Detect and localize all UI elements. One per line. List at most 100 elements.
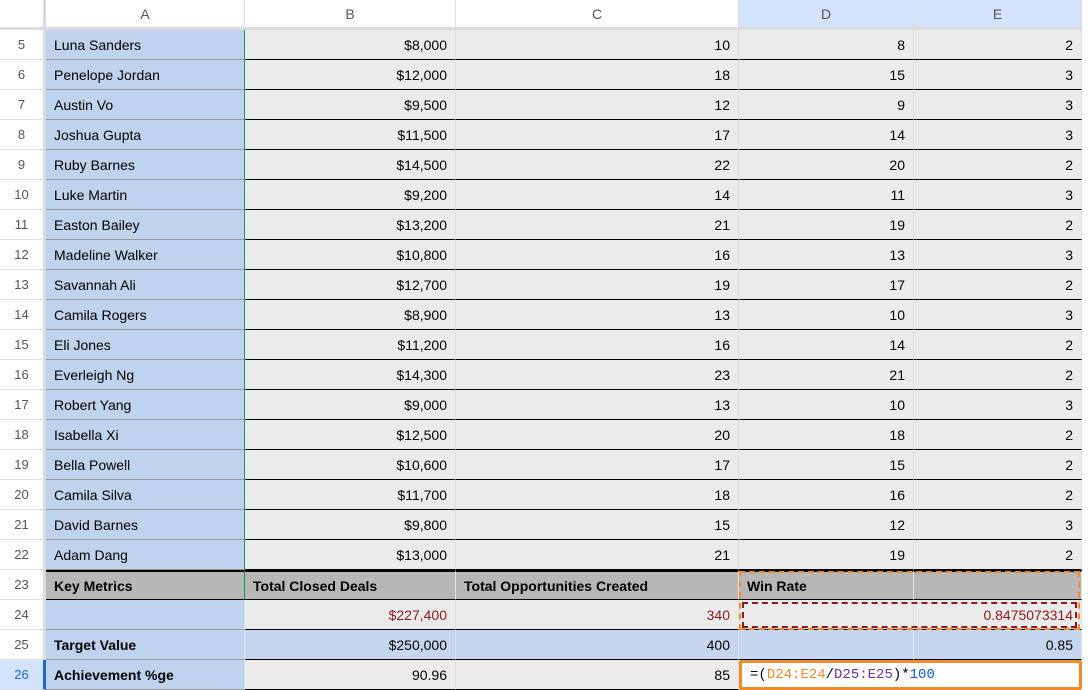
cell-B23[interactable]: Total Closed Deals [245,570,456,600]
row-header-5[interactable]: 5 [0,30,46,60]
cell-E12[interactable]: 3 [914,240,1082,270]
cell-B14[interactable]: $8,900 [245,300,456,330]
row-header-25[interactable]: 25 [0,630,46,660]
column-header-D[interactable]: D [739,0,914,30]
cell-A26[interactable]: Achievement %ge [46,660,245,690]
cell-A6[interactable]: Penelope Jordan [46,60,245,90]
cell-B7[interactable]: $9,500 [245,90,456,120]
cell-C23[interactable]: Total Opportunities Created [456,570,739,600]
cell-E21[interactable]: 3 [914,510,1082,540]
cell-D16[interactable]: 21 [739,360,914,390]
column-header-C[interactable]: C [456,0,739,30]
cell-D12[interactable]: 13 [739,240,914,270]
cell-D24[interactable] [739,600,914,630]
cell-A12[interactable]: Madeline Walker [46,240,245,270]
cell-A10[interactable]: Luke Martin [46,180,245,210]
cell-E18[interactable]: 2 [914,420,1082,450]
cell-A14[interactable]: Camila Rogers [46,300,245,330]
cell-A18[interactable]: Isabella Xi [46,420,245,450]
row-header-19[interactable]: 19 [0,450,46,480]
cell-D6[interactable]: 15 [739,60,914,90]
cell-C18[interactable]: 20 [456,420,739,450]
cell-A24[interactable] [46,600,245,630]
cell-C24[interactable]: 340 [456,600,739,630]
cell-A19[interactable]: Bella Powell [46,450,245,480]
cell-E20[interactable]: 2 [914,480,1082,510]
cell-B17[interactable]: $9,000 [245,390,456,420]
cell-D8[interactable]: 14 [739,120,914,150]
cell-D10[interactable]: 11 [739,180,914,210]
cell-E17[interactable]: 3 [914,390,1082,420]
cell-A11[interactable]: Easton Bailey [46,210,245,240]
row-header-7[interactable]: 7 [0,90,46,120]
row-header-18[interactable]: 18 [0,420,46,450]
cell-E23[interactable] [914,570,1082,600]
cell-B12[interactable]: $10,800 [245,240,456,270]
cell-C14[interactable]: 13 [456,300,739,330]
row-header-17[interactable]: 17 [0,390,46,420]
cell-B21[interactable]: $9,800 [245,510,456,540]
row-header-6[interactable]: 6 [0,60,46,90]
row-header-14[interactable]: 14 [0,300,46,330]
cell-A9[interactable]: Ruby Barnes [46,150,245,180]
row-header-22[interactable]: 22 [0,540,46,570]
cell-A17[interactable]: Robert Yang [46,390,245,420]
cell-C7[interactable]: 12 [456,90,739,120]
cell-D23[interactable]: Win Rate [739,570,914,600]
cell-B5[interactable]: $8,000 [245,30,456,60]
cell-E13[interactable]: 2 [914,270,1082,300]
cell-C15[interactable]: 16 [456,330,739,360]
row-header-12[interactable]: 12 [0,240,46,270]
cell-D13[interactable]: 17 [739,270,914,300]
cell-D17[interactable]: 10 [739,390,914,420]
cell-B22[interactable]: $13,000 [245,540,456,570]
column-header-B[interactable]: B [245,0,456,30]
cell-E11[interactable]: 2 [914,210,1082,240]
cell-C16[interactable]: 23 [456,360,739,390]
cell-B20[interactable]: $11,700 [245,480,456,510]
cell-C20[interactable]: 18 [456,480,739,510]
cell-E7[interactable]: 3 [914,90,1082,120]
cell-E19[interactable]: 2 [914,450,1082,480]
cell-D15[interactable]: 14 [739,330,914,360]
spreadsheet-viewport[interactable]: ABCDE5Luna Sanders$8,00010826Penelope Jo… [0,0,1088,690]
cell-B18[interactable]: $12,500 [245,420,456,450]
cell-A21[interactable]: David Barnes [46,510,245,540]
spreadsheet-grid[interactable]: ABCDE5Luna Sanders$8,00010826Penelope Jo… [0,0,1088,690]
cell-D5[interactable]: 8 [739,30,914,60]
row-header-23[interactable]: 23 [0,570,46,600]
cell-E16[interactable]: 2 [914,360,1082,390]
cell-D20[interactable]: 16 [739,480,914,510]
cell-A16[interactable]: Everleigh Ng [46,360,245,390]
row-header-21[interactable]: 21 [0,510,46,540]
cell-B24[interactable]: $227,400 [245,600,456,630]
cell-C11[interactable]: 21 [456,210,739,240]
cell-A23[interactable]: Key Metrics [46,570,245,600]
cell-D21[interactable]: 12 [739,510,914,540]
cell-C13[interactable]: 19 [456,270,739,300]
cell-E25[interactable]: 0.85 [914,630,1082,660]
row-header-9[interactable]: 9 [0,150,46,180]
cell-E14[interactable]: 3 [914,300,1082,330]
row-header-24[interactable]: 24 [0,600,46,630]
cell-B19[interactable]: $10,600 [245,450,456,480]
row-header-16[interactable]: 16 [0,360,46,390]
row-header-26[interactable]: 26 [0,660,46,690]
cell-A7[interactable]: Austin Vo [46,90,245,120]
cell-D14[interactable]: 10 [739,300,914,330]
cell-C17[interactable]: 13 [456,390,739,420]
row-header-13[interactable]: 13 [0,270,46,300]
cell-C8[interactable]: 17 [456,120,739,150]
column-header-A[interactable]: A [46,0,245,30]
cell-B9[interactable]: $14,500 [245,150,456,180]
cell-B25[interactable]: $250,000 [245,630,456,660]
row-header-11[interactable]: 11 [0,210,46,240]
column-header-E[interactable]: E [914,0,1082,30]
cell-D25[interactable] [739,630,914,660]
cell-D9[interactable]: 20 [739,150,914,180]
row-header-20[interactable]: 20 [0,480,46,510]
cell-E22[interactable]: 2 [914,540,1082,570]
cell-D18[interactable]: 18 [739,420,914,450]
cell-B16[interactable]: $14,300 [245,360,456,390]
cell-B8[interactable]: $11,500 [245,120,456,150]
